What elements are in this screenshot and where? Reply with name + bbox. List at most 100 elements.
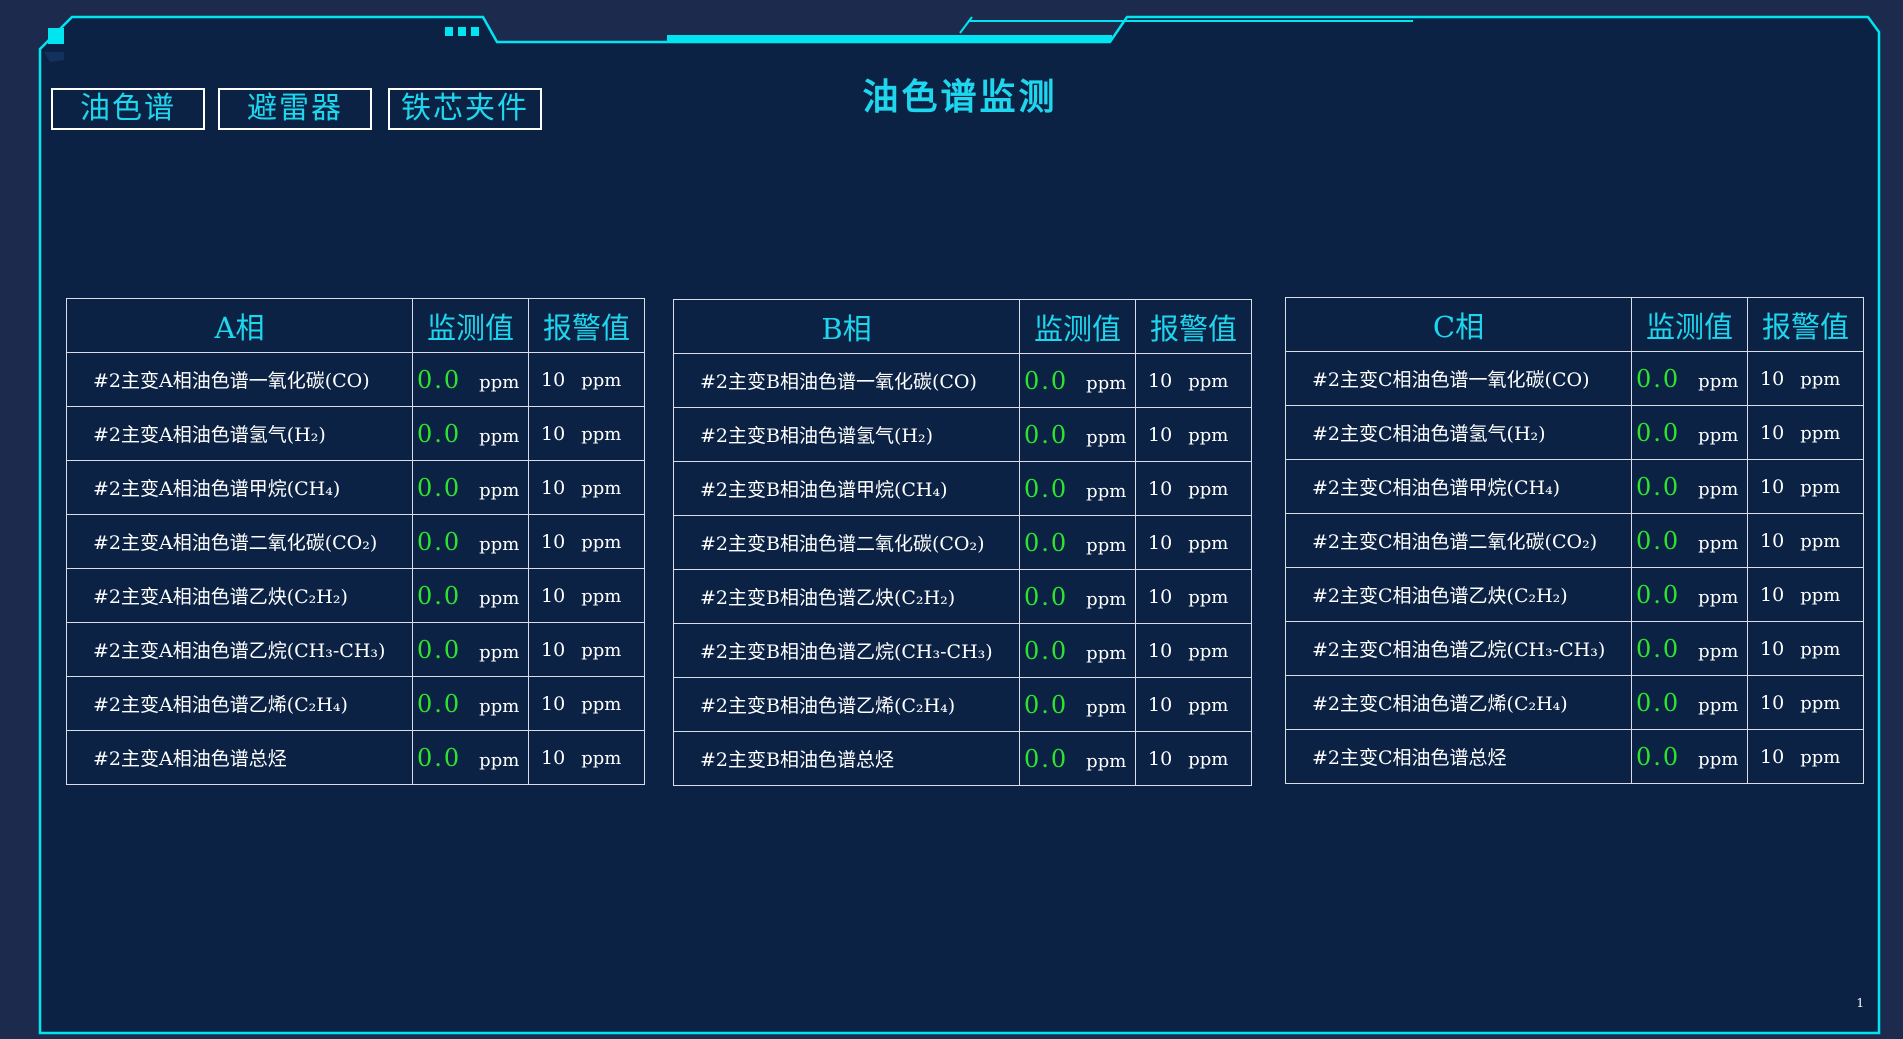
gas-name: #2主变B相油色谱二氧化碳(CO₂) bbox=[673, 515, 1020, 570]
monitor-value-cell: 0.0 ppm bbox=[412, 352, 529, 407]
monitor-unit: ppm bbox=[1698, 424, 1739, 446]
alarm-value: 10 bbox=[1148, 423, 1173, 446]
phase-a-table: A相 监测值 报警值 #2主变A相油色谱一氧化碳(CO) 0.0 ppm 10 ppm … bbox=[66, 298, 645, 785]
alarm-value-cell: 10 ppm bbox=[1135, 677, 1252, 732]
monitor-value: 0.0 bbox=[1024, 474, 1069, 503]
table-header-row: C相 监测值 报警值 bbox=[1285, 297, 1864, 352]
alarm-value-cell: 10 ppm bbox=[1135, 407, 1252, 462]
alarm-unit: ppm bbox=[1800, 584, 1841, 606]
monitor-value: 0.0 bbox=[417, 689, 462, 718]
monitor-value: 0.0 bbox=[1024, 582, 1069, 611]
monitor-unit: ppm bbox=[479, 587, 520, 609]
table-row: #2主变A相油色谱总烃 0.0 ppm 10 ppm bbox=[66, 730, 645, 785]
monitor-value-cell: 0.0 ppm bbox=[1631, 567, 1748, 622]
monitor-value-cell: 0.0 ppm bbox=[1631, 513, 1748, 568]
table-row: #2主变B相油色谱乙炔(C₂H₂) 0.0 ppm 10 ppm bbox=[673, 569, 1252, 624]
table-row: #2主变C相油色谱二氧化碳(CO₂) 0.0 ppm 10 ppm bbox=[1285, 513, 1864, 568]
gas-name: #2主变A相油色谱乙烷(CH₃-CH₃) bbox=[66, 622, 413, 677]
monitor-value-cell: 0.0 ppm bbox=[1019, 731, 1136, 786]
monitor-unit: ppm bbox=[1086, 588, 1127, 610]
page-number: 1 bbox=[1856, 996, 1864, 1010]
alarm-value: 10 bbox=[1760, 367, 1785, 390]
monitor-value: 0.0 bbox=[1024, 366, 1069, 395]
monitor-value-cell: 0.0 ppm bbox=[1019, 569, 1136, 624]
monitor-value: 0.0 bbox=[417, 581, 462, 610]
monitor-value-cell: 0.0 ppm bbox=[1019, 407, 1136, 462]
table-row: #2主变A相油色谱乙炔(C₂H₂) 0.0 ppm 10 ppm bbox=[66, 568, 645, 623]
gas-name: #2主变C相油色谱乙炔(C₂H₂) bbox=[1285, 567, 1632, 622]
gas-name: #2主变B相油色谱一氧化碳(CO) bbox=[673, 353, 1020, 408]
gas-name: #2主变A相油色谱乙炔(C₂H₂) bbox=[66, 568, 413, 623]
gas-name: #2主变B相油色谱乙烯(C₂H₄) bbox=[673, 677, 1020, 732]
gas-name: #2主变A相油色谱二氧化碳(CO₂) bbox=[66, 514, 413, 569]
alarm-value: 10 bbox=[1148, 747, 1173, 770]
monitor-value: 0.0 bbox=[1636, 688, 1681, 717]
gas-name: #2主变C相油色谱甲烷(CH₄) bbox=[1285, 459, 1632, 514]
alarm-unit: ppm bbox=[1800, 530, 1841, 552]
alarm-value: 10 bbox=[1760, 691, 1785, 714]
monitor-value: 0.0 bbox=[1024, 636, 1069, 665]
alarm-unit: ppm bbox=[1188, 586, 1229, 608]
alarm-value: 10 bbox=[1760, 421, 1785, 444]
alarm-value-cell: 10 ppm bbox=[1135, 569, 1252, 624]
alarm-unit: ppm bbox=[1800, 476, 1841, 498]
alarm-unit: ppm bbox=[1188, 424, 1229, 446]
alarm-value-cell: 10 ppm bbox=[1135, 623, 1252, 678]
alarm-value-cell: 10 ppm bbox=[528, 676, 645, 731]
monitor-value: 0.0 bbox=[417, 527, 462, 556]
gas-name: #2主变A相油色谱氢气(H₂) bbox=[66, 406, 413, 461]
alarm-unit: ppm bbox=[1800, 746, 1841, 768]
monitor-value: 0.0 bbox=[1636, 634, 1681, 663]
table-row: #2主变A相油色谱甲烷(CH₄) 0.0 ppm 10 ppm bbox=[66, 460, 645, 515]
monitor-value: 0.0 bbox=[1636, 580, 1681, 609]
monitor-value: 0.0 bbox=[417, 473, 462, 502]
table-row: #2主变A相油色谱乙烷(CH₃-CH₃) 0.0 ppm 10 ppm bbox=[66, 622, 645, 677]
alarm-value-cell: 10 ppm bbox=[1135, 731, 1252, 786]
gas-name: #2主变A相油色谱乙烯(C₂H₄) bbox=[66, 676, 413, 731]
monitor-unit: ppm bbox=[1698, 532, 1739, 554]
alarm-unit: ppm bbox=[1188, 640, 1229, 662]
monitor-value: 0.0 bbox=[1636, 472, 1681, 501]
frame-top-accent bbox=[667, 35, 1112, 41]
monitor-unit: ppm bbox=[1086, 426, 1127, 448]
alarm-value-cell: 10 ppm bbox=[1747, 351, 1864, 406]
monitor-unit: ppm bbox=[1698, 586, 1739, 608]
page-title: 油色谱监测 bbox=[862, 76, 1058, 118]
alarm-value-cell: 10 ppm bbox=[1747, 513, 1864, 568]
monitor-unit: ppm bbox=[1698, 694, 1739, 716]
alarm-value-cell: 10 ppm bbox=[1747, 729, 1864, 784]
alarm-value-cell: 10 ppm bbox=[528, 406, 645, 461]
monitor-unit: ppm bbox=[1698, 370, 1739, 392]
phase-header: B相 bbox=[673, 299, 1020, 354]
alarm-value: 10 bbox=[1148, 531, 1173, 554]
monitor-value-cell: 0.0 ppm bbox=[1631, 351, 1748, 406]
monitor-unit: ppm bbox=[1698, 640, 1739, 662]
alarm-value-cell: 10 ppm bbox=[528, 460, 645, 515]
monitor-value-cell: 0.0 ppm bbox=[1631, 459, 1748, 514]
table-row: #2主变B相油色谱一氧化碳(CO) 0.0 ppm 10 ppm bbox=[673, 353, 1252, 408]
monitor-unit: ppm bbox=[1086, 750, 1127, 772]
monitor-value: 0.0 bbox=[1024, 420, 1069, 449]
alarm-unit: ppm bbox=[581, 531, 622, 553]
alarm-value: 10 bbox=[1148, 585, 1173, 608]
monitor-value-header: 监测值 bbox=[1631, 297, 1748, 352]
alarm-unit: ppm bbox=[581, 693, 622, 715]
gas-name: #2主变B相油色谱总烃 bbox=[673, 731, 1020, 786]
monitor-value-cell: 0.0 ppm bbox=[412, 406, 529, 461]
gas-name: #2主变A相油色谱总烃 bbox=[66, 730, 413, 785]
monitor-unit: ppm bbox=[1698, 748, 1739, 770]
alarm-unit: ppm bbox=[1800, 422, 1841, 444]
frame-top-right-notch bbox=[959, 16, 973, 34]
alarm-value: 10 bbox=[1760, 637, 1785, 660]
monitor-value-cell: 0.0 ppm bbox=[1019, 353, 1136, 408]
table-row: #2主变B相油色谱甲烷(CH₄) 0.0 ppm 10 ppm bbox=[673, 461, 1252, 516]
alarm-value: 10 bbox=[1148, 477, 1173, 500]
monitor-value-cell: 0.0 ppm bbox=[412, 460, 529, 515]
monitor-unit: ppm bbox=[1086, 480, 1127, 502]
gas-name: #2主变B相油色谱乙炔(C₂H₂) bbox=[673, 569, 1020, 624]
monitor-value: 0.0 bbox=[417, 635, 462, 664]
alarm-value-cell: 10 ppm bbox=[1135, 353, 1252, 408]
table-row: #2主变B相油色谱二氧化碳(CO₂) 0.0 ppm 10 ppm bbox=[673, 515, 1252, 570]
alarm-value-cell: 10 ppm bbox=[1747, 621, 1864, 676]
monitor-screen: 油色谱 避雷器 铁芯夹件 油色谱监测 A相 监测值 报警值 #2主变A相油色谱一… bbox=[0, 0, 1903, 1039]
